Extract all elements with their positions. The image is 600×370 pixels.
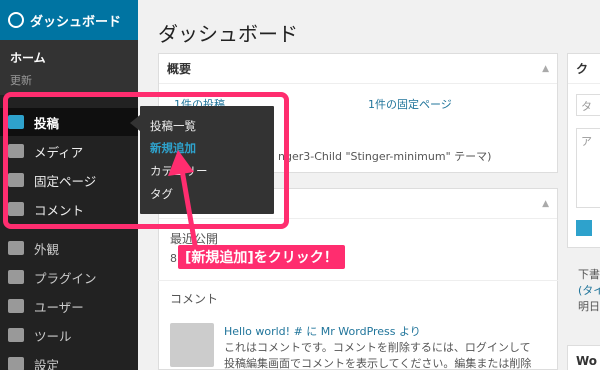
collapse-icon[interactable]: ▲ bbox=[542, 64, 549, 74]
divider bbox=[158, 280, 558, 281]
pages-icon bbox=[8, 173, 24, 187]
dashboard-submenu: ホーム 更新 bbox=[0, 40, 138, 95]
sidebar-item-comments[interactable]: コメント bbox=[0, 195, 138, 223]
wordpress-news-title: Wo bbox=[576, 353, 598, 368]
comments-label: コメント bbox=[170, 292, 219, 306]
settings-icon bbox=[8, 357, 24, 370]
dashboard-icon bbox=[8, 12, 24, 28]
draft-link[interactable]: (タイ bbox=[578, 282, 600, 298]
sidebar-item-posts[interactable]: 投稿 bbox=[0, 108, 138, 136]
quick-draft-title: ク bbox=[576, 62, 589, 76]
media-icon bbox=[8, 144, 24, 158]
flyout-item-all-posts[interactable]: 投稿一覧 bbox=[150, 118, 196, 134]
drafts-label: 下書 bbox=[578, 268, 600, 281]
brush-icon bbox=[8, 241, 24, 255]
sidebar-item-tools[interactable]: ツール bbox=[0, 321, 138, 349]
sidebar-item-media[interactable]: メディア bbox=[0, 137, 138, 165]
submenu-item-home[interactable]: ホーム bbox=[0, 46, 138, 69]
sidebar-item-users[interactable]: ユーザー bbox=[0, 292, 138, 320]
wordpress-news-header: Wo bbox=[568, 346, 600, 370]
sidebar-item-label: 固定ページ bbox=[34, 173, 97, 189]
wrench-icon bbox=[8, 328, 24, 342]
page-title: ダッシュボード bbox=[158, 22, 298, 46]
sidebar-item-appearance[interactable]: 外観 bbox=[0, 234, 138, 262]
sidebar-item-plugins[interactable]: プラグイン bbox=[0, 263, 138, 291]
sidebar-item-label: プラグイン bbox=[34, 270, 97, 286]
sidebar-item-label: 設定 bbox=[34, 357, 60, 370]
arrow-pointer-icon bbox=[168, 150, 198, 248]
pin-icon bbox=[8, 115, 24, 129]
sidebar-item-pages[interactable]: 固定ページ bbox=[0, 166, 138, 194]
sidebar-item-label: 外観 bbox=[34, 241, 60, 257]
theme-text: nger3-Child "Stinger-minimum" テーマ) bbox=[278, 150, 492, 163]
sidebar-item-label: メディア bbox=[34, 144, 84, 160]
sidebar-item-label: コメント bbox=[34, 202, 85, 218]
comment-icon bbox=[8, 202, 24, 216]
admin-sidebar: ダッシュボード ホーム 更新 投稿 メディア 固定ページ コメント 外観 プラグ… bbox=[0, 0, 138, 370]
draft-date: 明日 bbox=[578, 300, 600, 313]
user-icon bbox=[8, 299, 24, 313]
sidebar-item-label: ユーザー bbox=[34, 299, 84, 315]
sidebar-item-label: ダッシュボード bbox=[30, 14, 122, 30]
plugin-icon bbox=[8, 270, 24, 284]
sidebar-item-dashboard[interactable]: ダッシュボード bbox=[0, 0, 138, 40]
sidebar-item-label: 投稿 bbox=[34, 115, 60, 131]
pages-count-link[interactable]: 1件の固定ページ bbox=[368, 96, 452, 112]
submenu-item-updates[interactable]: 更新 bbox=[0, 69, 138, 91]
comment-text-line: 投稿編集画面でコメントを表示してください。編集または削除 bbox=[224, 357, 532, 370]
avatar bbox=[170, 323, 214, 367]
quick-draft-header: ク bbox=[568, 54, 600, 84]
draft-content-textarea[interactable]: ア bbox=[576, 128, 600, 208]
overview-title: 概要 bbox=[167, 62, 192, 76]
save-draft-button[interactable] bbox=[576, 220, 592, 236]
recent-date-fragment: 8 bbox=[170, 252, 177, 265]
wordpress-news-panel: Wo bbox=[567, 345, 600, 370]
instruction-callout: [新規追加]をクリック！ bbox=[178, 245, 345, 269]
draft-title-input[interactable]: タ bbox=[576, 94, 600, 116]
comment-post-link[interactable]: Hello world! # に Mr WordPress より bbox=[224, 323, 421, 339]
sidebar-item-label: ツール bbox=[34, 328, 72, 344]
sidebar-item-settings[interactable]: 設定 bbox=[0, 350, 138, 370]
comment-text-line: これはコメントです。コメントを削除するには、ログインして bbox=[224, 341, 531, 354]
flyout-arrow bbox=[130, 115, 140, 131]
overview-header[interactable]: 概要 ▲ bbox=[159, 54, 557, 84]
collapse-icon[interactable]: ▲ bbox=[542, 199, 549, 209]
